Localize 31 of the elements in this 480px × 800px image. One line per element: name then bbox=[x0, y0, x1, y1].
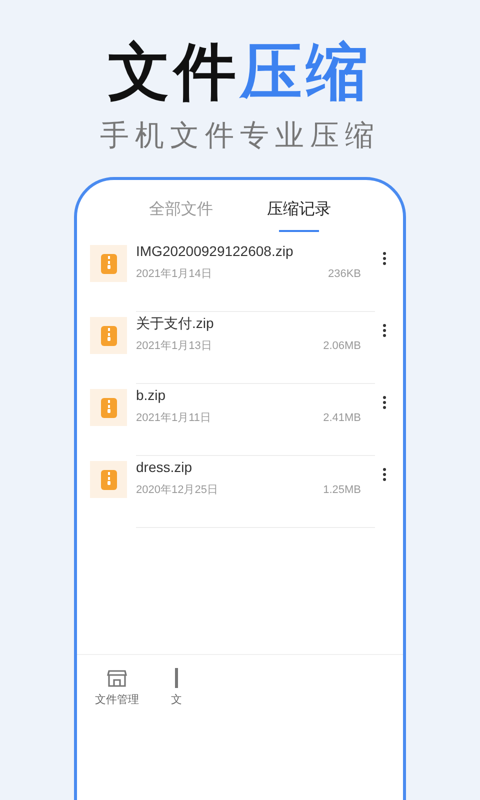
file-size: 2.41MB bbox=[323, 411, 361, 426]
nav-item[interactable]: 文件管理 bbox=[95, 667, 139, 800]
zip-file-icon bbox=[90, 245, 127, 282]
file-row[interactable]: dress.zip 2020年12月25日 1.25MB bbox=[77, 456, 403, 528]
store-icon bbox=[106, 667, 128, 689]
file-row[interactable]: b.zip 2021年1月11日 2.41MB bbox=[77, 384, 403, 456]
file-date: 2020年12月25日 bbox=[136, 483, 218, 498]
file-name: 关于支付.zip bbox=[136, 314, 215, 332]
file-date: 2021年1月11日 bbox=[136, 411, 212, 426]
more-icon[interactable] bbox=[381, 252, 387, 265]
file-row[interactable]: 关于支付.zip 2021年1月13日 2.06MB bbox=[77, 312, 403, 384]
more-icon[interactable] bbox=[381, 324, 387, 337]
file-size: 236KB bbox=[328, 267, 361, 282]
more-icon[interactable] bbox=[381, 468, 387, 481]
file-name: b.zip bbox=[136, 386, 167, 404]
headline: 文件 bbox=[108, 42, 240, 104]
tab[interactable]: 压缩记录 bbox=[267, 202, 331, 232]
file-date: 2021年1月14日 bbox=[136, 267, 212, 282]
file-date: 2021年1月13日 bbox=[136, 339, 212, 354]
file-name: dress.zip bbox=[136, 458, 194, 476]
zip-file-icon bbox=[90, 461, 127, 498]
zip-file-icon bbox=[90, 317, 127, 354]
file-name: IMG20200929122608.zip bbox=[136, 242, 294, 260]
file-size: 1.25MB bbox=[323, 483, 361, 498]
nav-item[interactable]: 文 bbox=[171, 667, 182, 800]
headline-accent: 压缩 bbox=[240, 42, 372, 104]
file-size: 2.06MB bbox=[323, 339, 361, 354]
subtitle: 手机文件专业压缩 bbox=[100, 122, 380, 151]
zip-file-icon bbox=[90, 389, 127, 426]
more-icon[interactable] bbox=[381, 396, 387, 409]
file-row[interactable]: IMG20200929122608.zip 2021年1月14日 236KB bbox=[77, 240, 403, 312]
